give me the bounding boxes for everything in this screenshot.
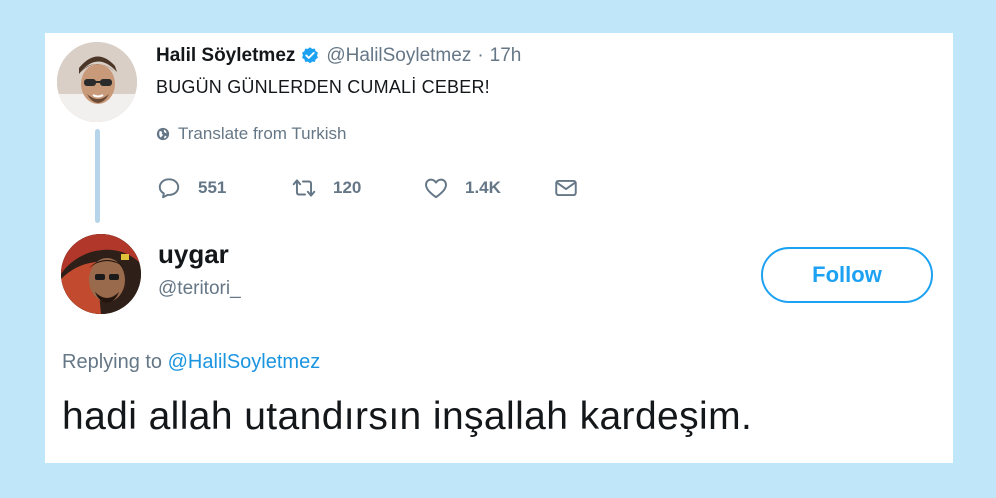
like-icon — [425, 178, 447, 199]
tweet-timestamp[interactable]: 17h — [490, 45, 522, 67]
like-button[interactable]: 1.4K — [423, 175, 553, 201]
translate-link[interactable]: Translate from Turkish — [156, 123, 346, 145]
thread-connector — [95, 129, 100, 223]
tweet-text: BUGÜN GÜNLERDEN CUMALİ CEBER! — [156, 77, 490, 97]
tweet-header: Halil Söyletmez @HalilSoyletmez · 17h — [156, 43, 521, 69]
reply-button[interactable]: 551 — [156, 175, 291, 201]
author-handle[interactable]: @HalilSoyletmez — [326, 45, 471, 67]
reply-author-name[interactable]: uygar — [158, 239, 229, 270]
avatar-photo — [57, 42, 137, 122]
avatar-uygar[interactable] — [61, 234, 141, 314]
reply-tweet-text: hadi allah utandırsın inşallah kardeşim. — [62, 395, 753, 438]
retweet-button[interactable]: 120 — [291, 175, 423, 201]
author-name[interactable]: Halil Söyletmez — [156, 45, 295, 67]
avatar-halil[interactable] — [57, 42, 137, 122]
replying-handle-link[interactable]: @HalilSoyletmez — [168, 351, 321, 373]
tweet-card: Halil Söyletmez @HalilSoyletmez · 17h BU… — [45, 33, 953, 463]
retweet-icon — [292, 179, 316, 197]
translate-label: Translate from Turkish — [178, 124, 347, 143]
tweet-actions: 551 120 1.4K — [156, 173, 595, 203]
direct-message-button[interactable] — [553, 175, 595, 201]
reply-author-handle[interactable]: @teritori_ — [158, 278, 241, 300]
like-count: 1.4K — [465, 178, 501, 197]
replying-to: Replying to @HalilSoyletmez — [62, 351, 320, 374]
globe-icon — [156, 127, 170, 141]
separator-dot: · — [477, 45, 484, 66]
retweet-count: 120 — [333, 178, 362, 197]
replying-prefix: Replying to — [62, 351, 163, 373]
reply-icon — [158, 178, 180, 199]
direct-message-icon — [555, 179, 577, 197]
avatar-photo — [61, 234, 141, 314]
reply-count: 551 — [198, 178, 227, 197]
follow-button[interactable]: Follow — [761, 247, 933, 303]
verified-badge-icon — [302, 47, 319, 64]
